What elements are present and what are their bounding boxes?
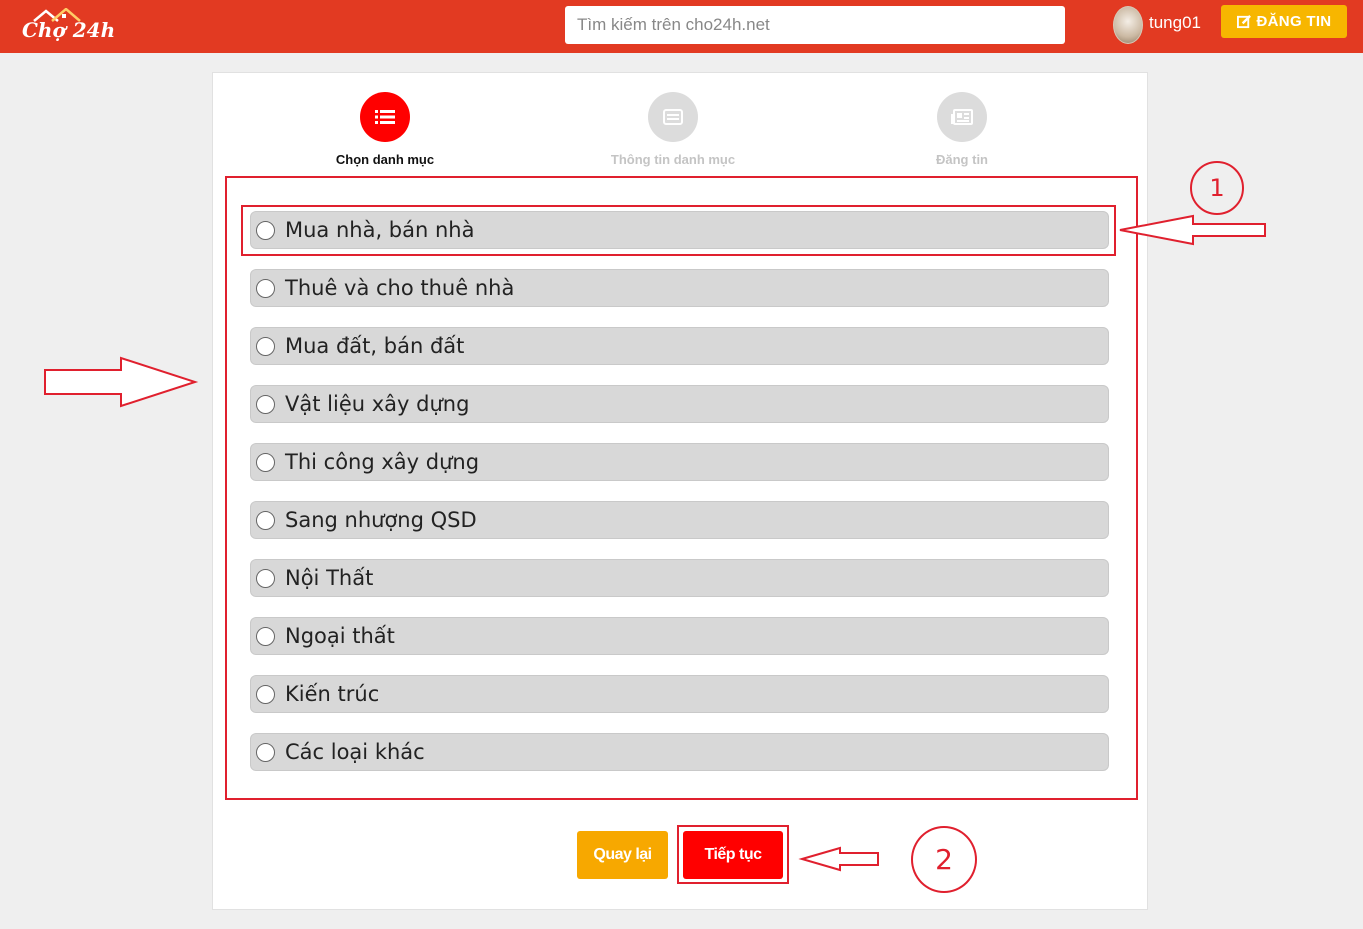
category-option[interactable]: Thi công xây dựng (250, 443, 1109, 481)
category-option[interactable]: Các loại khác (250, 733, 1109, 771)
post-listing-button[interactable]: ĐĂNG TIN (1221, 5, 1347, 38)
step-choose-category: Chọn danh mục (285, 92, 485, 167)
step-category-info: Thông tin danh mục (573, 92, 773, 167)
step-circle (648, 92, 698, 142)
category-option[interactable]: Kiến trúc (250, 675, 1109, 713)
category-label: Các loại khác (285, 740, 425, 764)
arrow-left-icon (798, 846, 879, 872)
category-label: Ngoại thất (285, 624, 395, 648)
radio-button[interactable] (256, 684, 275, 704)
form-icon (663, 109, 683, 125)
radio-button[interactable] (256, 278, 275, 298)
category-label: Vật liệu xây dựng (285, 392, 470, 416)
step-circle (360, 92, 410, 142)
annotation-marker-2: 2 (911, 826, 977, 893)
step-circle (937, 92, 987, 142)
category-option[interactable]: Sang nhượng QSD (250, 501, 1109, 539)
step-label: Thông tin danh mục (610, 152, 736, 167)
category-label: Mua đất, bán đất (285, 334, 465, 358)
username-link[interactable]: tung01 (1149, 13, 1201, 33)
search-input[interactable] (565, 6, 1065, 44)
radio-button[interactable] (256, 452, 275, 472)
category-label: Nội Thất (285, 566, 374, 590)
edit-icon (1236, 15, 1251, 29)
annotation-marker-1: 1 (1190, 161, 1244, 215)
radio-button[interactable] (256, 568, 275, 588)
radio-button[interactable] (256, 510, 275, 530)
post-button-label: ĐĂNG TIN (1256, 13, 1332, 30)
category-option[interactable]: Ngoại thất (250, 617, 1109, 655)
category-option[interactable]: Mua đất, bán đất (250, 327, 1109, 365)
site-logo[interactable]: Chợ 24h (22, 8, 122, 46)
back-button[interactable]: Quay lại (577, 831, 668, 879)
category-label: Kiến trúc (285, 682, 380, 706)
step-label: Chọn danh mục (335, 152, 435, 167)
avatar[interactable] (1113, 6, 1143, 44)
category-option[interactable]: Nội Thất (250, 559, 1109, 597)
step-label: Đăng tin (936, 152, 988, 167)
radio-button[interactable] (256, 336, 275, 356)
category-label: Thuê và cho thuê nhà (285, 276, 515, 300)
arrow-left-icon (1119, 214, 1266, 246)
top-navbar: Chợ 24h tung01 ĐĂNG TIN (0, 0, 1363, 53)
category-label: Sang nhượng QSD (285, 508, 477, 532)
radio-button[interactable] (256, 626, 275, 646)
radio-button[interactable] (256, 394, 275, 414)
list-icon (375, 110, 395, 124)
first-option-highlight (241, 205, 1116, 256)
logo-text: Chợ 24h (22, 18, 116, 42)
category-label: Thi công xây dựng (285, 450, 480, 474)
next-button[interactable]: Tiếp tục (683, 831, 783, 879)
arrow-right-icon (44, 356, 199, 408)
step-post: Đăng tin (862, 92, 1062, 167)
category-option[interactable]: Vật liệu xây dựng (250, 385, 1109, 423)
category-option[interactable]: Thuê và cho thuê nhà (250, 269, 1109, 307)
radio-button[interactable] (256, 742, 275, 762)
newspaper-icon (951, 109, 973, 125)
